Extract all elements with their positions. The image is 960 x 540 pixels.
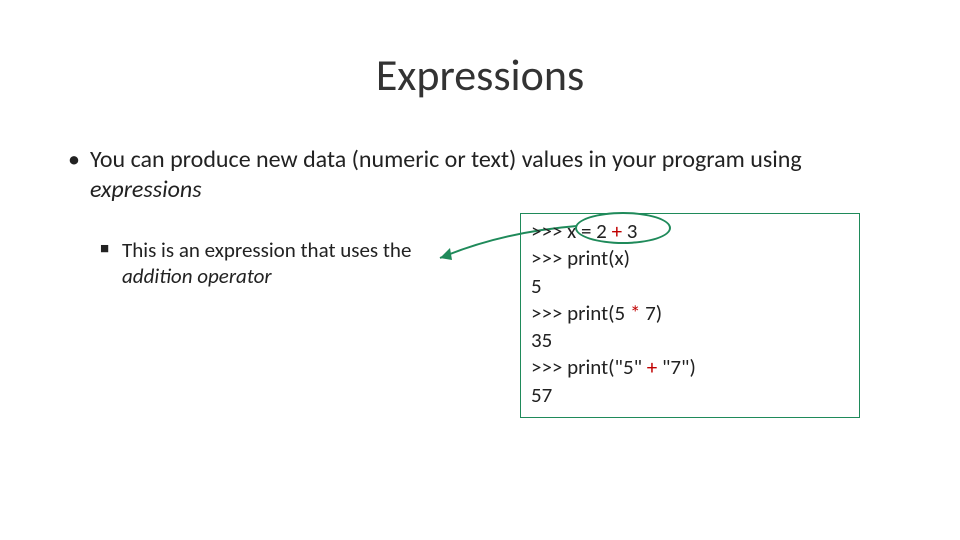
slide: Expressions • You can produce new data (… [0,0,960,540]
code-line-5: 35 [531,327,849,354]
bullet-sub: ■ This is an expression that uses the ad… [100,237,430,290]
bullet-square-icon: ■ [100,240,109,259]
code-line-6: >>> print("5" + "7") [531,354,849,381]
bullet-main-text-pre: You can produce new data (numeric or tex… [90,145,802,174]
code-line-4: >>> print(5 * 7) [531,300,849,327]
code-line-2: >>> print(x) [531,245,849,272]
code-l6b: "7") [657,354,696,380]
operator-plus: + [612,218,622,244]
bullet-main-text-em: expressions [90,175,202,204]
code-line-7: 57 [531,382,849,409]
code-box: >>> x = 2 + 3 >>> print(x) 5 >>> print(5… [520,213,860,418]
bullet-dot-icon: • [68,145,80,175]
bullet-main: • You can produce new data (numeric or t… [68,145,858,205]
code-l1b: 3 [622,218,637,244]
slide-title: Expressions [0,48,960,102]
operator-plus-2: + [647,354,657,380]
bullet-sub-text-pre: This is an expression that uses the [122,237,411,263]
code-l4b: 7) [640,300,662,326]
code-l4a: >>> print(5 [531,300,630,326]
bullet-sub-text-em: addition operator [122,263,272,289]
code-line-3: 5 [531,273,849,300]
code-line-1: >>> x = 2 + 3 [531,218,849,245]
code-l1a: >>> x = 2 [531,218,612,244]
code-l6a: >>> print("5" [531,354,647,380]
bullet-main-text: You can produce new data (numeric or tex… [90,145,858,205]
bullet-sub-text: This is an expression that uses the addi… [122,237,430,290]
operator-star: * [630,300,640,326]
